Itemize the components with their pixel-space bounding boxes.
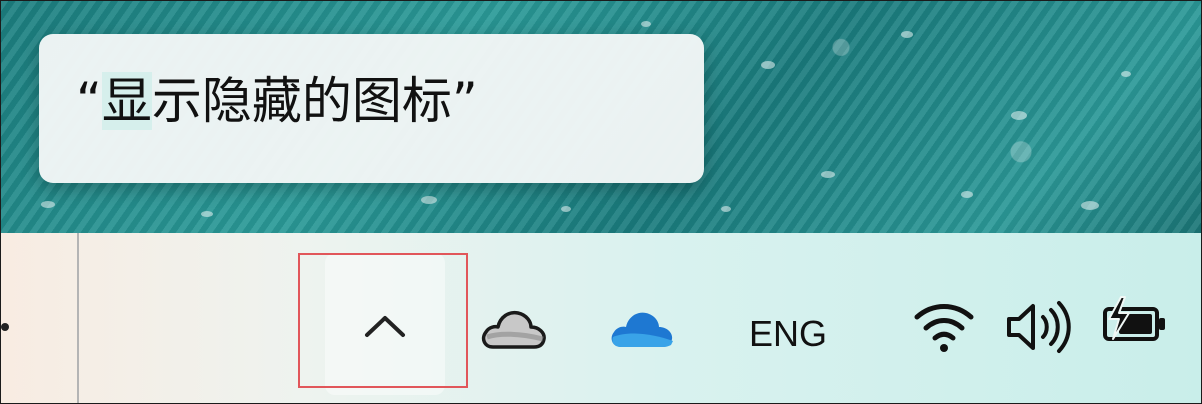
taskbar-divider: [77, 233, 79, 403]
language-indicator[interactable]: ENG: [749, 313, 827, 355]
battery-charging-icon[interactable]: [1099, 295, 1171, 349]
tooltip-text: “显示隐藏的图标”: [76, 61, 478, 141]
onedrive-business-cloud-icon[interactable]: [607, 307, 675, 351]
annotation-highlight-box: [298, 253, 468, 388]
taskbar-edge-dot: [1, 323, 9, 331]
onedrive-personal-cloud-icon[interactable]: [479, 307, 547, 351]
tooltip-close-quote: ”: [451, 72, 478, 130]
volume-icon[interactable]: [1003, 297, 1073, 357]
tooltip-highlight-char: 显: [101, 72, 152, 130]
wifi-icon[interactable]: [911, 297, 977, 353]
tooltip-label: 示隐藏的图标: [151, 72, 452, 130]
screenshot-frame: “显示隐藏的图标” ENG: [0, 0, 1202, 404]
taskbar: ENG: [1, 233, 1201, 403]
tooltip-open-quote: “: [76, 72, 102, 130]
